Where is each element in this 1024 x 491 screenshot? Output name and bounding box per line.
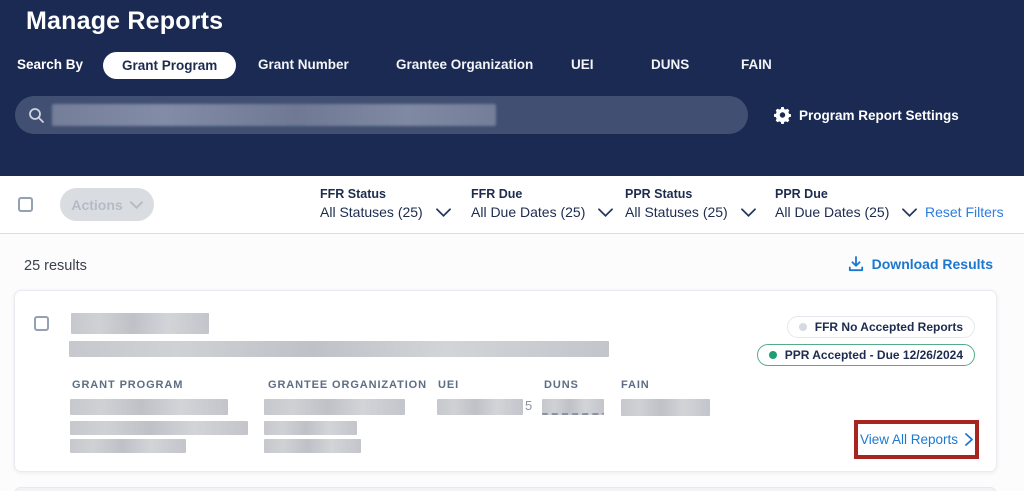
- redacted-grant-program-line2: [70, 421, 248, 435]
- status-dot-gray: [799, 323, 807, 331]
- column-header-uei: UEI: [438, 379, 459, 391]
- ffr-status-badge: FFR No Accepted Reports: [787, 316, 975, 338]
- program-report-settings-button[interactable]: Program Report Settings: [774, 105, 959, 125]
- reset-filters-link[interactable]: Reset Filters: [925, 204, 1004, 220]
- settings-label: Program Report Settings: [799, 108, 959, 123]
- chevron-down-icon: [741, 208, 756, 217]
- filter-label: PPR Status: [625, 187, 756, 201]
- badge-label: PPR Accepted - Due 12/26/2024: [785, 348, 963, 362]
- chevron-right-icon: [965, 433, 973, 446]
- redacted-grantee-org-line3: [264, 439, 361, 453]
- download-results-link[interactable]: Download Results: [848, 256, 993, 272]
- results-meta-row: 25 results Download Results: [0, 234, 1024, 290]
- tab-duns[interactable]: DUNS: [651, 57, 689, 72]
- filter-label: FFR Status: [320, 187, 451, 201]
- annotation-highlight-box: View All Reports: [854, 420, 979, 459]
- column-header-duns: DUNS: [544, 379, 579, 391]
- result-card: FFR No Accepted Reports PPR Accepted - D…: [14, 290, 997, 472]
- tab-grant-number[interactable]: Grant Number: [258, 57, 349, 72]
- uei-value-remnant: 5: [525, 398, 532, 413]
- search-icon: [28, 107, 45, 124]
- filter-value: All Statuses (25): [625, 204, 728, 220]
- tab-uei[interactable]: UEI: [571, 57, 594, 72]
- results-count: 25 results: [24, 258, 87, 274]
- tab-grantee-organization[interactable]: Grantee Organization: [396, 57, 533, 72]
- chevron-down-icon: [598, 208, 613, 217]
- redacted-grant-program-value: [70, 399, 228, 415]
- redacted-grantee-org-line2: [264, 421, 357, 435]
- filter-value: All Statuses (25): [320, 204, 423, 220]
- next-card-edge: [14, 487, 997, 491]
- redacted-grant-program-line3: [70, 439, 186, 453]
- result-checkbox[interactable]: [34, 316, 49, 331]
- column-header-fain: FAIN: [621, 379, 650, 391]
- redacted-duns-value: [542, 399, 604, 415]
- filter-label: PPR Due: [775, 187, 917, 201]
- view-all-reports-link[interactable]: View All Reports: [860, 432, 973, 447]
- filter-bar: Actions FFR Status All Statuses (25) FFR…: [0, 176, 1024, 234]
- chevron-down-icon: [902, 208, 917, 217]
- tab-grant-program[interactable]: Grant Program: [103, 52, 236, 79]
- filter-ffr-status: FFR Status All Statuses (25): [320, 187, 451, 220]
- filter-ppr-status: PPR Status All Statuses (25): [625, 187, 756, 220]
- search-by-label: Search By: [17, 57, 83, 72]
- status-badges: FFR No Accepted Reports PPR Accepted - D…: [757, 316, 975, 366]
- download-icon: [848, 256, 864, 272]
- filter-ppr-status-dropdown[interactable]: All Statuses (25): [625, 204, 756, 220]
- filter-ppr-due-dropdown[interactable]: All Due Dates (25): [775, 204, 917, 220]
- filter-ppr-due: PPR Due All Due Dates (25): [775, 187, 917, 220]
- filter-label: FFR Due: [471, 187, 613, 201]
- actions-button[interactable]: Actions: [60, 188, 154, 221]
- redacted-fain-value: [621, 399, 710, 416]
- filter-ffr-status-dropdown[interactable]: All Statuses (25): [320, 204, 451, 220]
- actions-label: Actions: [71, 197, 122, 213]
- tab-fain[interactable]: FAIN: [741, 57, 772, 72]
- filter-ffr-due-dropdown[interactable]: All Due Dates (25): [471, 204, 613, 220]
- column-header-grant-program: GRANT PROGRAM: [72, 379, 183, 391]
- column-header-grantee-organization: GRANTEE ORGANIZATION: [268, 379, 427, 391]
- redacted-uei-value: [437, 399, 523, 415]
- filter-value: All Due Dates (25): [775, 204, 889, 220]
- page-title: Manage Reports: [26, 7, 223, 36]
- filter-value: All Due Dates (25): [471, 204, 585, 220]
- redacted-grantee-org-value: [264, 399, 405, 415]
- badge-label: FFR No Accepted Reports: [815, 320, 963, 334]
- manage-reports-screen: Manage Reports Search By Grant Program G…: [0, 0, 1024, 491]
- redacted-grant-subtitle: [69, 341, 609, 357]
- view-all-label: View All Reports: [860, 432, 958, 447]
- search-input[interactable]: [15, 96, 748, 134]
- page-header: Manage Reports Search By Grant Program G…: [0, 0, 1024, 176]
- redacted-grant-title: [71, 313, 209, 334]
- search-redacted-value: [52, 104, 496, 126]
- ppr-status-badge: PPR Accepted - Due 12/26/2024: [757, 344, 975, 366]
- select-all-checkbox[interactable]: [18, 197, 33, 212]
- gear-icon: [774, 107, 791, 124]
- download-label: Download Results: [872, 256, 993, 272]
- filter-ffr-due: FFR Due All Due Dates (25): [471, 187, 613, 220]
- chevron-down-icon: [436, 208, 451, 217]
- chevron-down-icon: [130, 201, 143, 209]
- status-dot-green: [769, 351, 777, 359]
